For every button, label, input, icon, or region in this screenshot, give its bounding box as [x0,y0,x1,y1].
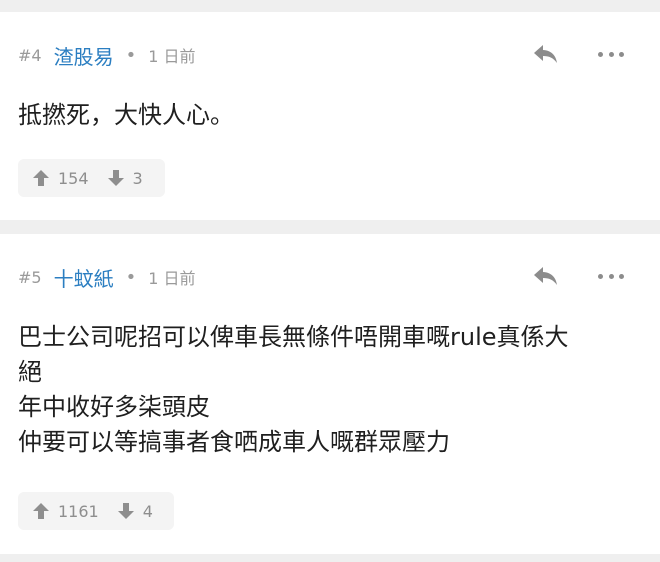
post-number: #4 [18,45,42,65]
downvote-button[interactable]: 3 [107,169,143,188]
more-options-button[interactable] [598,264,624,288]
more-options-button[interactable] [598,42,624,66]
arrow-up-icon [33,170,49,186]
post-time: 1 日前 [148,269,196,288]
downvote-button[interactable]: 4 [117,502,153,521]
comment-post: #5 十蚊紙 • 1 日前 巴士公司呢招可以俾車長無條件唔開車嘅rule真係大 … [0,234,660,554]
reply-button[interactable] [532,42,560,66]
post-time: 1 日前 [148,47,196,66]
separator-dot: • [125,44,137,66]
downvote-count: 4 [142,501,153,521]
more-icon-dot [619,51,624,57]
content-line: 年中收好多柒頭皮 [18,393,210,421]
content-line: 抵撚死，大快人心。 [18,101,234,129]
post-header: #5 十蚊紙 • 1 日前 [18,263,196,292]
username-link[interactable]: 渣股易 [54,41,114,70]
comment-post: #4 渣股易 • 1 日前 抵撚死，大快人心。 154 3 [0,12,660,220]
vote-bar: 1161 4 [18,492,174,530]
upvote-button[interactable]: 1161 [32,502,99,521]
reply-button[interactable] [532,264,560,288]
arrow-up-icon [33,503,49,519]
comment-thread: #4 渣股易 • 1 日前 抵撚死，大快人心。 154 3 #5 十蚊紙 • 1… [0,0,660,562]
downvote-count: 3 [132,168,143,188]
content-line: 絕 [18,358,42,386]
more-icon-dot [598,273,603,279]
content-line: 巴士公司呢招可以俾車長無條件唔開車嘅rule真係大 [18,323,569,351]
upvote-button[interactable]: 154 [32,169,89,188]
post-header: #4 渣股易 • 1 日前 [18,41,196,70]
username-link[interactable]: 十蚊紙 [54,263,114,292]
reply-icon [534,267,557,285]
arrow-down-icon [107,170,124,186]
separator-dot: • [125,266,137,288]
more-icon-dot [608,51,614,57]
upvote-count: 1161 [58,501,99,521]
vote-bar: 154 3 [18,159,165,197]
more-icon-dot [608,273,614,279]
post-actions [532,42,624,66]
content-line: 仲要可以等搞事者食哂成車人嘅群眾壓力 [18,428,450,456]
upvote-count: 154 [58,168,89,188]
post-number: #5 [18,267,42,287]
reply-icon [534,45,557,63]
arrow-down-icon [117,503,134,519]
post-content: 巴士公司呢招可以俾車長無條件唔開車嘅rule真係大 絕 年中收好多柒頭皮 仲要可… [18,320,638,460]
post-content: 抵撚死，大快人心。 [18,98,638,133]
more-icon-dot [619,273,624,279]
post-actions [532,264,624,288]
more-icon-dot [598,51,603,57]
